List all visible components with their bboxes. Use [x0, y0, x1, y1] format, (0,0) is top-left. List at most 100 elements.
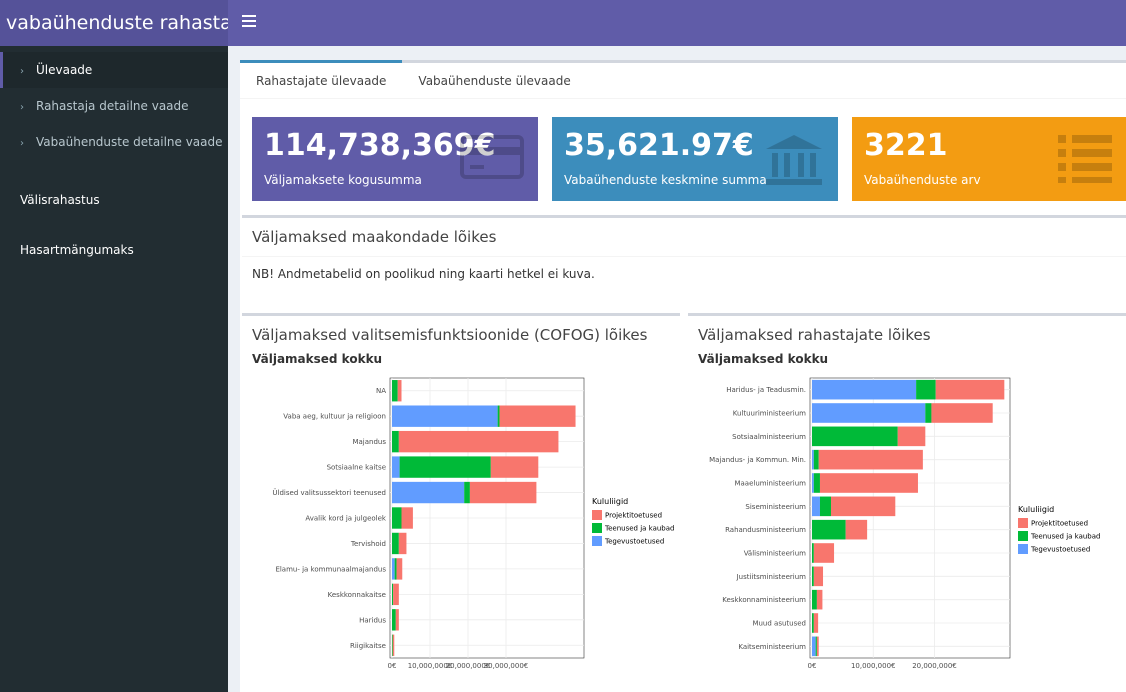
- tab-rahastajate-ulevaade[interactable]: Rahastajate ülevaade: [240, 60, 403, 98]
- bar-segment: [392, 558, 395, 580]
- y-tick-label: Rahandusministeerium: [725, 526, 806, 534]
- x-tick-label: 0€: [388, 662, 397, 670]
- hamburger-icon[interactable]: [242, 15, 256, 27]
- bar-segment: [392, 507, 402, 529]
- legend-swatch: [592, 536, 602, 546]
- bar-segment: [392, 583, 394, 606]
- y-tick-label: Muud asutused: [752, 620, 806, 628]
- sidebar-item-label: Ülevaade: [36, 63, 93, 77]
- legend-label: Projektitoetused: [1031, 520, 1088, 528]
- y-tick-label: Sotsiaalne kaitse: [327, 464, 386, 472]
- sidebar-item-hasartmangumaks[interactable]: Hasartmängumaks: [0, 232, 228, 268]
- chevron-icon: ›: [20, 138, 24, 149]
- funder-chart-box: Väljamaksed rahastajate lõikes Väljamaks…: [688, 313, 1126, 692]
- bar-segment: [392, 481, 465, 504]
- app-title[interactable]: vabaühenduste rahastamine: [0, 0, 228, 46]
- bar-segment: [401, 507, 413, 529]
- x-tick-label: 10,000,000€: [851, 662, 896, 670]
- list-icon: [1058, 135, 1112, 183]
- bar-segment: [392, 405, 498, 427]
- map-box-title: Väljamaksed maakondade lõikes: [252, 228, 497, 246]
- bar-segment: [931, 403, 993, 423]
- bar-segment: [830, 496, 896, 517]
- bar-segment: [812, 379, 917, 400]
- bar-segment: [812, 543, 814, 563]
- sidebar-item-label: Vabaühenduste detailne vaade: [36, 135, 223, 149]
- cofog-chart-title: Väljamaksed valitsemisfunktsioonide (COF…: [252, 326, 648, 344]
- bar-segment: [394, 558, 397, 580]
- legend-title: Kululiigid: [592, 497, 628, 506]
- legend-swatch: [1018, 544, 1028, 554]
- bar-segment: [818, 449, 923, 470]
- tab-vabauhenduste-ulevaade[interactable]: Vabaühenduste ülevaade: [402, 63, 586, 98]
- y-tick-label: Keskkonnaministeerium: [722, 596, 806, 604]
- bar-segment: [816, 636, 819, 657]
- bar-segment: [812, 473, 814, 493]
- bar-segment: [812, 566, 814, 587]
- valuebox-total-payments: 114,738,369€ Väljamaksete kogusumma: [252, 117, 538, 201]
- y-tick-label: Keskkonnakaitse: [328, 591, 386, 599]
- bar-segment: [398, 532, 407, 555]
- credit-card-icon: [460, 135, 524, 179]
- y-tick-label: Haridus: [359, 616, 386, 624]
- y-tick-label: Kaitseministeerium: [738, 643, 806, 651]
- bar-segment: [812, 496, 820, 517]
- bar-segment: [812, 403, 926, 423]
- legend-label: Tegevustoetused: [1030, 546, 1090, 554]
- legend-swatch: [592, 523, 602, 533]
- bar-segment: [395, 609, 399, 631]
- y-tick-label: NA: [376, 387, 386, 395]
- bar-segment: [490, 456, 539, 478]
- bar-segment: [469, 481, 537, 504]
- sidebar-item-vabauhenduste-detailne-vaade[interactable]: › Vabaühenduste detailne vaade: [0, 124, 228, 160]
- sidebar-item-rahastaja-detailne-vaade[interactable]: › Rahastaja detailne vaade: [0, 88, 228, 124]
- bar-segment: [819, 496, 831, 517]
- y-tick-label: Välisministeerium: [744, 550, 806, 558]
- bar-segment: [815, 636, 817, 657]
- y-tick-label: Üldised valitsussektori teenused: [272, 488, 386, 497]
- bar-segment: [392, 634, 395, 656]
- cofog-chart-box: Väljamaksed valitsemisfunktsioonide (COF…: [242, 313, 680, 692]
- bar-segment: [819, 473, 918, 493]
- cofog-bar-chart: 0€ 10,000,000€20,000,000€30,000,000€NAVab…: [272, 377, 675, 670]
- y-tick-label: Majandus: [352, 438, 386, 446]
- bar-segment: [925, 403, 932, 423]
- bar-segment: [813, 473, 820, 493]
- bar-segment: [392, 609, 396, 631]
- funder-chart-subtitle: Väljamaksed kokku: [698, 352, 829, 366]
- y-tick-label: Sotsiaalministeerium: [732, 433, 806, 441]
- bar-segment: [392, 634, 393, 656]
- bar-segment: [499, 405, 576, 427]
- funder-chart-title: Väljamaksed rahastajate lõikes: [698, 326, 931, 344]
- sidebar-item-ulevaade[interactable]: › Ülevaade: [0, 52, 228, 88]
- bar-segment: [813, 543, 835, 563]
- bar-segment: [812, 613, 814, 633]
- bar-segment: [392, 380, 398, 402]
- bar-segment: [399, 456, 491, 478]
- bar-segment: [812, 589, 817, 610]
- bar-segment: [812, 636, 816, 657]
- bar-segment: [812, 426, 898, 447]
- bar-segment: [464, 481, 470, 504]
- valuebox-organisation-count: 3221 Vabaühenduste arv: [852, 117, 1126, 201]
- legend-label: Projektitoetused: [605, 512, 662, 520]
- bar-segment: [393, 583, 399, 606]
- legend-swatch: [592, 510, 602, 520]
- y-tick-label: Vaba aeg, kultuur ja religioon: [283, 413, 386, 421]
- bar-segment: [813, 566, 824, 587]
- header-bar: vabaühenduste rahastamine: [0, 0, 1126, 46]
- valuebox-average-sum: 35,621.97€ Vabaühenduste keskmine summa: [552, 117, 838, 201]
- y-tick-label: Elamu- ja kommunaalmajandus: [275, 565, 386, 573]
- bar-segment: [497, 405, 500, 427]
- legend-label: Teenused ja kaubad: [604, 525, 675, 533]
- legend-label: Teenused ja kaubad: [1030, 533, 1101, 541]
- bank-icon: [766, 135, 822, 185]
- y-tick-label: Haridus- ja Teadusmin.: [726, 386, 806, 394]
- map-box: Väljamaksed maakondade lõikes NB! Andmet…: [242, 215, 1126, 305]
- sidebar-item-valisrahastus[interactable]: Välisrahastus: [0, 182, 228, 218]
- cofog-chart-subtitle: Väljamaksed kokku: [252, 352, 383, 366]
- funder-bar-chart: 0€ 10,000,000€ 20,000,000€ Haridus- ja Tead…: [709, 377, 1101, 670]
- bar-segment: [392, 456, 400, 478]
- x-tick-label: 0€: [808, 662, 817, 670]
- sidebar: › Ülevaade › Rahastaja detailne vaade › Vab…: [0, 46, 228, 692]
